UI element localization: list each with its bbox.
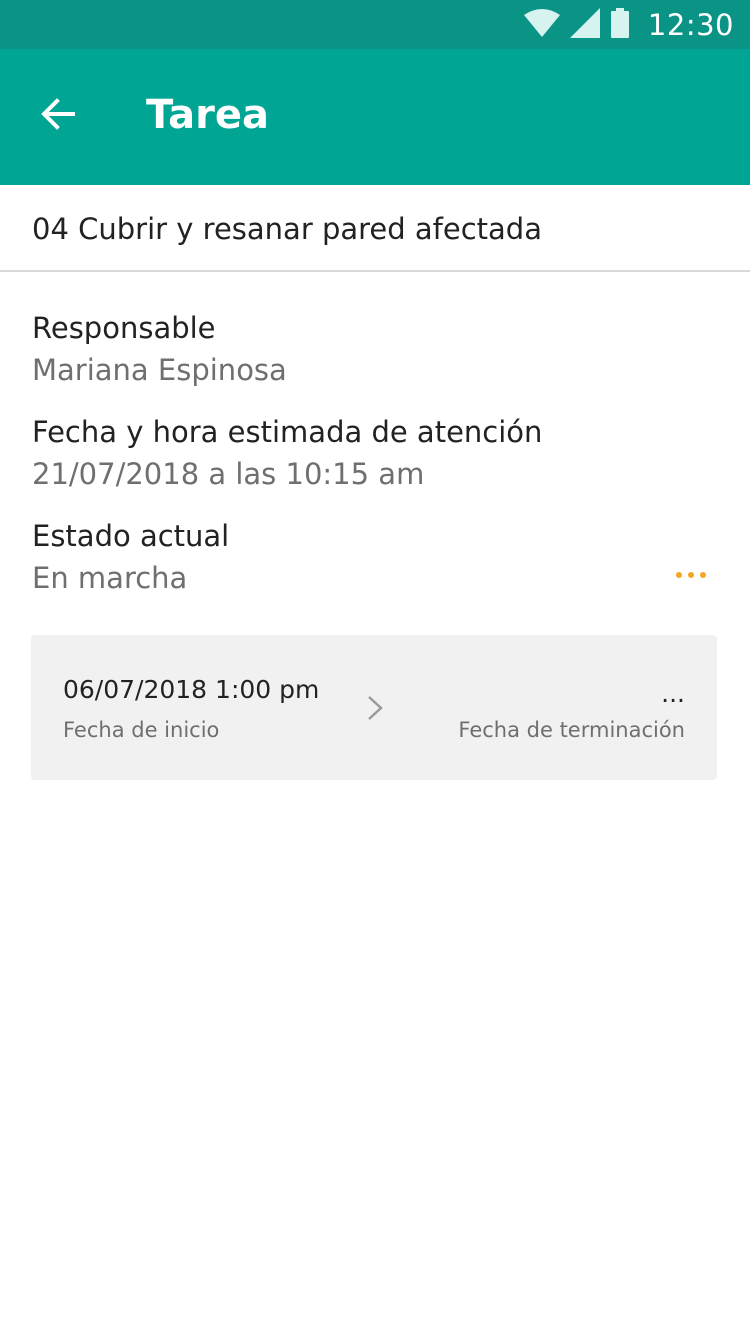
estado-label: Estado actual [32,519,230,553]
dates-card[interactable]: 06/07/2018 1:00 pm Fecha de inicio ... F… [31,635,717,780]
more-dot-icon [676,572,682,578]
fecha-estimada-label: Fecha y hora estimada de atención [32,415,543,449]
more-dot-icon [688,572,694,578]
chevron-right-icon [363,693,387,723]
estado-more-button[interactable] [662,554,720,596]
status-icons: 12:30 [523,0,734,49]
more-dot-icon [700,572,706,578]
responsable-label: Responsable [32,311,216,345]
start-date-label: Fecha de inicio [63,718,220,742]
fecha-estimada-value: 21/07/2018 a las 10:15 am [32,457,425,491]
start-date-value: 06/07/2018 1:00 pm [63,675,320,704]
back-button[interactable] [22,81,92,151]
task-header: 04 Cubrir y resanar pared afectada [0,185,750,272]
status-time: 12:30 [647,7,734,42]
end-date-label: Fecha de terminación [458,718,685,742]
arrow-back-icon [39,96,75,136]
page-title: Tarea [146,92,269,138]
status-bar: 12:30 [0,0,750,49]
end-date-value: ... [661,679,685,708]
estado-value: En marcha [32,561,188,595]
app-bar: Tarea [0,49,750,185]
battery-icon [610,7,630,42]
signal-icon [569,7,600,42]
wifi-icon [523,8,560,41]
responsable-value: Mariana Espinosa [32,353,287,387]
task-title: 04 Cubrir y resanar pared afectada [32,212,542,246]
